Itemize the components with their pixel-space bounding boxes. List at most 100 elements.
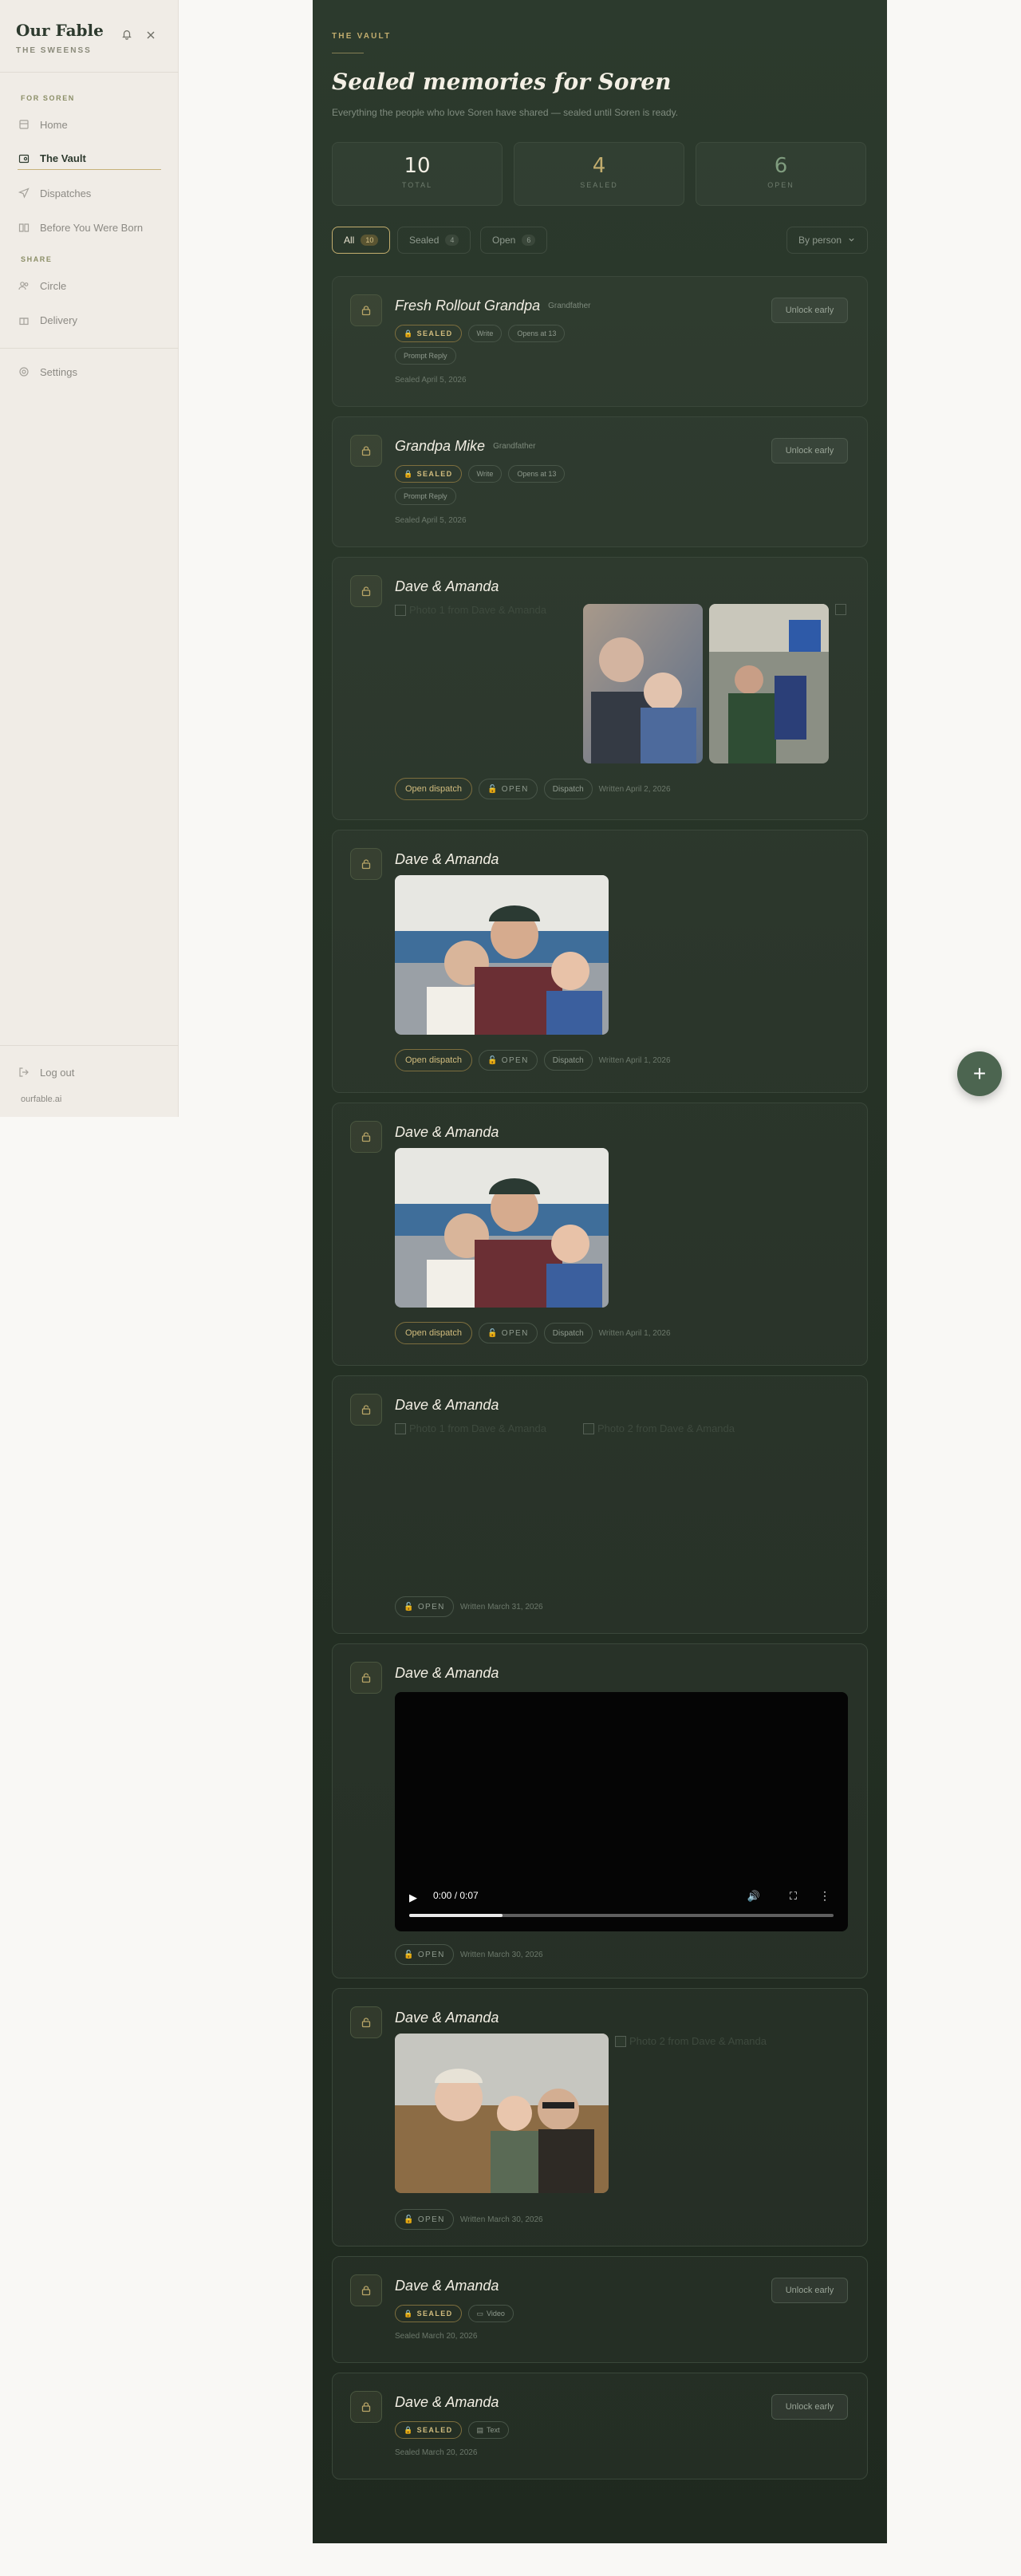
sort-by-person[interactable]: By person bbox=[786, 227, 868, 254]
dispatch-badge: Dispatch bbox=[543, 1323, 593, 1343]
sidebar-item-settings[interactable]: Settings bbox=[18, 361, 161, 383]
unlock-icon bbox=[350, 2006, 382, 2038]
memory-card: Dave & Amanda Photo 1 from Dave & Amanda… bbox=[332, 1375, 868, 1634]
card-author: Dave & Amanda bbox=[395, 1124, 499, 1140]
open-dispatch-button[interactable]: Open dispatch bbox=[395, 1322, 472, 1344]
sidebar-item-delivery[interactable]: Delivery bbox=[18, 309, 161, 331]
video-time: 0:00 / 0:07 bbox=[433, 1890, 479, 1901]
card-tags: 🔒 SEALED ▭ Video bbox=[395, 2305, 514, 2322]
lock-icon bbox=[350, 2391, 382, 2423]
lock-icon bbox=[350, 435, 382, 467]
unlock-early-button[interactable]: Unlock early bbox=[771, 438, 848, 464]
status-badge: 🔓 OPEN bbox=[395, 1944, 454, 1965]
filter-open[interactable]: Open 6 bbox=[480, 227, 548, 254]
filter-sealed[interactable]: Sealed 4 bbox=[397, 227, 471, 254]
domain-link[interactable]: ourfable.ai bbox=[21, 1095, 61, 1104]
open-dispatch-button[interactable]: Open dispatch bbox=[395, 1049, 472, 1071]
photo-thumbnail[interactable] bbox=[583, 604, 703, 763]
section-for-soren: FOR SOREN bbox=[21, 94, 75, 102]
plus-icon: + bbox=[972, 1061, 987, 1086]
brand-name[interactable]: Our Fable bbox=[16, 21, 104, 40]
lock-icon: 🔒 bbox=[404, 2309, 414, 2318]
memory-card: Dave & Amanda Unlock early 🔒 SEALED ▤ Text… bbox=[332, 2373, 868, 2479]
video-progress bbox=[409, 1914, 503, 1917]
sidebar-item-label: Home bbox=[40, 118, 68, 131]
sidebar-item-home[interactable]: Home bbox=[18, 113, 161, 136]
unlock-early-button[interactable]: Unlock early bbox=[771, 2394, 848, 2420]
volume-icon[interactable]: 🔊 bbox=[747, 1890, 760, 1903]
filter-count: 10 bbox=[361, 235, 379, 246]
sidebar-item-dispatches[interactable]: Dispatches bbox=[18, 182, 161, 204]
bell-icon[interactable] bbox=[120, 29, 134, 43]
sidebar-item-label: Settings bbox=[40, 365, 77, 378]
unlock-icon bbox=[350, 848, 382, 880]
unlock-early-button[interactable]: Unlock early bbox=[771, 298, 848, 323]
card-date: Written April 1, 2026 bbox=[598, 1328, 671, 1338]
send-icon bbox=[18, 187, 30, 199]
home-icon bbox=[18, 118, 30, 131]
card-author: Dave & Amanda bbox=[395, 578, 499, 594]
kind-badge: ▤ Text bbox=[467, 2421, 509, 2439]
card-date: Written April 1, 2026 bbox=[598, 1055, 671, 1065]
sidebar-item-label: Dispatches bbox=[40, 187, 92, 199]
card-author: Dave & Amanda bbox=[395, 851, 499, 867]
filter-all[interactable]: All 10 bbox=[332, 227, 391, 254]
card-date: Sealed April 5, 2026 bbox=[395, 376, 467, 385]
filter-label: Sealed bbox=[409, 235, 440, 246]
lock-icon bbox=[350, 2274, 382, 2306]
sidebar-item-label: The Vault bbox=[40, 152, 86, 164]
filter-label: Open bbox=[492, 235, 516, 246]
prompt-badge: Prompt Reply bbox=[395, 487, 456, 505]
photo-alt: Photo 2 from Dave & Amanda bbox=[629, 2035, 767, 2047]
card-date: Sealed March 20, 2026 bbox=[395, 2332, 478, 2341]
card-author: Dave & Amanda bbox=[395, 1665, 499, 1681]
card-date: Sealed March 20, 2026 bbox=[395, 2448, 478, 2457]
video-scrubber[interactable] bbox=[409, 1914, 834, 1917]
unlock-icon bbox=[350, 1121, 382, 1153]
status-badge: 🔓 OPEN bbox=[478, 779, 538, 799]
photo-thumbnail[interactable] bbox=[709, 604, 829, 763]
photo-alt: Photo 1 from Dave & Amanda bbox=[409, 604, 546, 616]
photo-thumbnail[interactable] bbox=[395, 1148, 609, 1308]
page-eyebrow: THE VAULT bbox=[332, 32, 392, 41]
status-badge: 🔒 SEALED bbox=[395, 2305, 462, 2322]
broken-image-icon bbox=[835, 604, 846, 615]
stat-open-value: 6 bbox=[774, 154, 788, 178]
unlock-icon bbox=[350, 575, 382, 607]
dispatch-badge: Dispatch bbox=[543, 779, 593, 799]
status-badge: 🔒 SEALED bbox=[395, 2421, 462, 2439]
broken-photo bbox=[835, 604, 846, 615]
photo-thumbnail[interactable] bbox=[395, 2034, 609, 2193]
divider bbox=[0, 1045, 179, 1046]
author-name: Fresh Rollout Grandpa bbox=[395, 298, 541, 314]
author-name: Grandpa Mike bbox=[395, 438, 486, 454]
sidebar: Our Fable THE SWEENSS FOR SOREN Home The… bbox=[0, 0, 179, 1117]
status-badge: 🔓 OPEN bbox=[478, 1323, 538, 1343]
author-relation: Grandfather bbox=[548, 302, 591, 310]
photo-thumbnail[interactable] bbox=[395, 875, 609, 1035]
logout-button[interactable]: Log out bbox=[18, 1061, 161, 1083]
sidebar-item-circle[interactable]: Circle bbox=[18, 274, 161, 297]
sidebar-item-before-born[interactable]: Before You Were Born bbox=[18, 216, 161, 239]
open-dispatch-button[interactable]: Open dispatch bbox=[395, 778, 472, 800]
unlock-icon: 🔓 bbox=[487, 1055, 499, 1065]
close-icon[interactable] bbox=[144, 29, 158, 43]
card-author: Dave & Amanda bbox=[395, 2394, 499, 2410]
status-badge: 🔓 OPEN bbox=[395, 2209, 454, 2230]
opens-badge: Opens at 13 bbox=[508, 325, 566, 342]
fullscreen-icon[interactable]: ⛶ bbox=[790, 1890, 797, 1903]
more-options-icon[interactable]: ⋮ bbox=[819, 1889, 830, 1903]
card-author: Fresh Rollout Grandpa Grandfather bbox=[395, 298, 590, 314]
vault-icon bbox=[18, 152, 30, 165]
card-tags: Prompt Reply bbox=[395, 487, 456, 505]
lock-icon: 🔒 bbox=[404, 2425, 414, 2434]
card-tags: 🔓 OPEN Written March 30, 2026 bbox=[395, 2209, 543, 2230]
unlock-early-button[interactable]: Unlock early bbox=[771, 2278, 848, 2303]
lock-icon: 🔒 bbox=[404, 329, 414, 337]
unlock-icon: 🔓 bbox=[487, 784, 499, 794]
status-badge-label: OPEN bbox=[417, 1950, 445, 1959]
sidebar-item-vault[interactable]: The Vault bbox=[18, 148, 161, 170]
video-player[interactable]: ▶ 0:00 / 0:07 🔊 ⛶ ⋮ bbox=[395, 1692, 848, 1931]
play-icon[interactable]: ▶ bbox=[409, 1892, 420, 1903]
add-memory-button[interactable]: + bbox=[957, 1051, 1002, 1096]
